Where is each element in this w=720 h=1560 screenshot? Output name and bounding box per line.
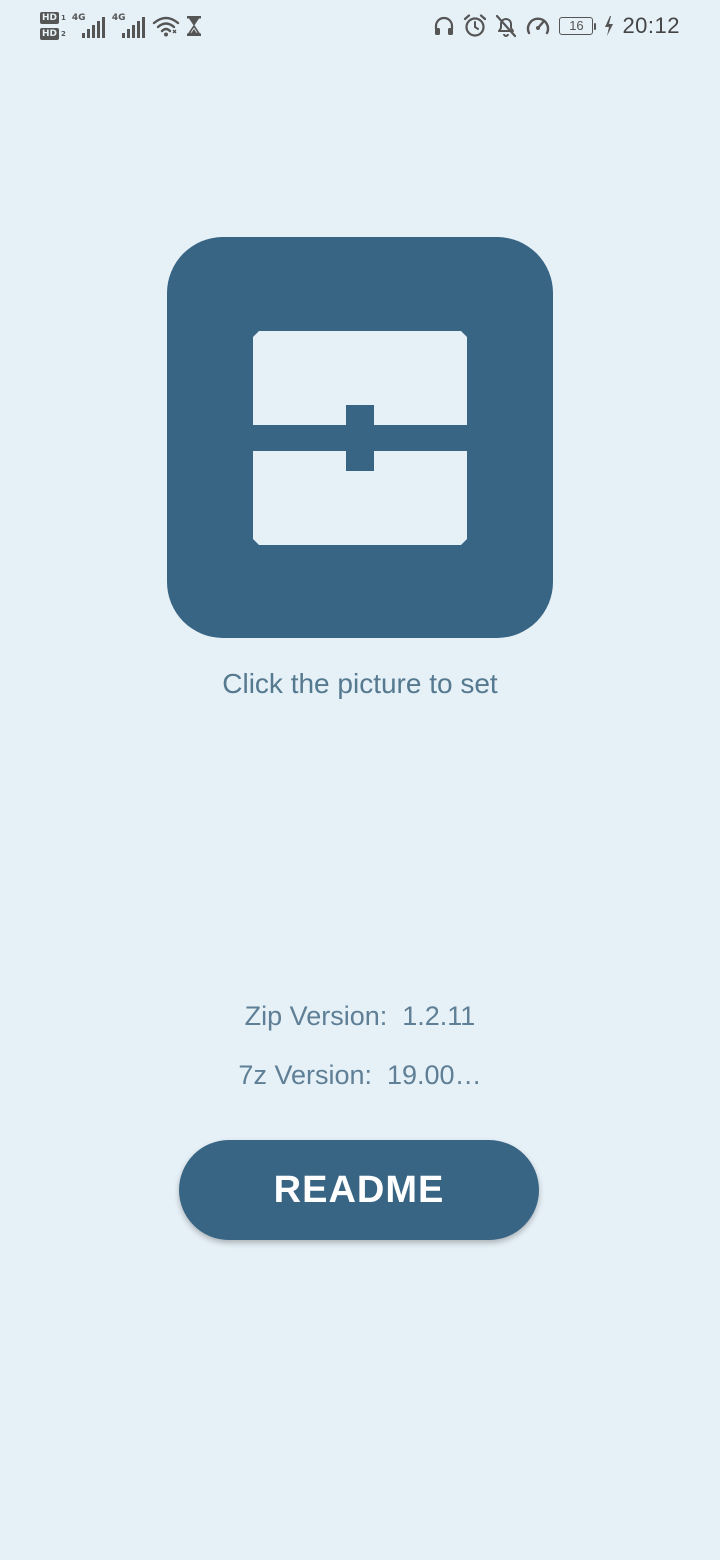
battery-level: 16 bbox=[559, 17, 594, 35]
status-time: 20:12 bbox=[622, 13, 680, 38]
zip-version-text: Zip Version: 1.2.11 bbox=[244, 1001, 476, 1031]
cell-signal-sim1: 4G bbox=[72, 11, 106, 41]
set-picture-hint: Click the picture to set bbox=[222, 668, 498, 699]
hourglass-icon bbox=[186, 16, 201, 36]
status-bar: HD 1 HD 2 4G 4G 16 20:12 bbox=[0, 0, 720, 50]
hd-badge-sim1: HD 1 bbox=[40, 12, 66, 24]
app-icon-picture[interactable] bbox=[167, 237, 553, 638]
hd-indicators: HD 1 HD 2 bbox=[40, 12, 66, 40]
status-bar-left: HD 1 HD 2 4G 4G bbox=[40, 8, 202, 44]
sevenz-version-text: 7z Version: 19.00… bbox=[238, 1060, 482, 1090]
battery-tip bbox=[594, 22, 597, 30]
cell-signal-sim2: 4G bbox=[112, 11, 146, 41]
status-bar-right: 16 20:12 bbox=[433, 10, 680, 42]
speedometer-icon bbox=[527, 17, 550, 35]
bell-off-icon bbox=[496, 14, 517, 38]
headphones-icon bbox=[435, 16, 454, 35]
alarm-icon bbox=[464, 14, 487, 37]
readme-button[interactable]: README bbox=[179, 1140, 539, 1240]
cell-signal-icon bbox=[121, 17, 145, 38]
sim-slot-label: 1 bbox=[61, 14, 66, 22]
battery-icon: 16 bbox=[559, 17, 597, 35]
cell-signal-icon bbox=[81, 17, 105, 38]
hd-sim-icon: HD bbox=[40, 28, 60, 40]
hd-sim-icon: HD bbox=[40, 12, 60, 24]
charging-bolt-icon bbox=[605, 16, 614, 36]
hd-badge-sim2: HD 2 bbox=[40, 28, 66, 40]
wifi-icon bbox=[152, 16, 180, 37]
archive-chest-icon bbox=[253, 331, 467, 545]
sim-slot-label: 2 bbox=[61, 30, 66, 38]
